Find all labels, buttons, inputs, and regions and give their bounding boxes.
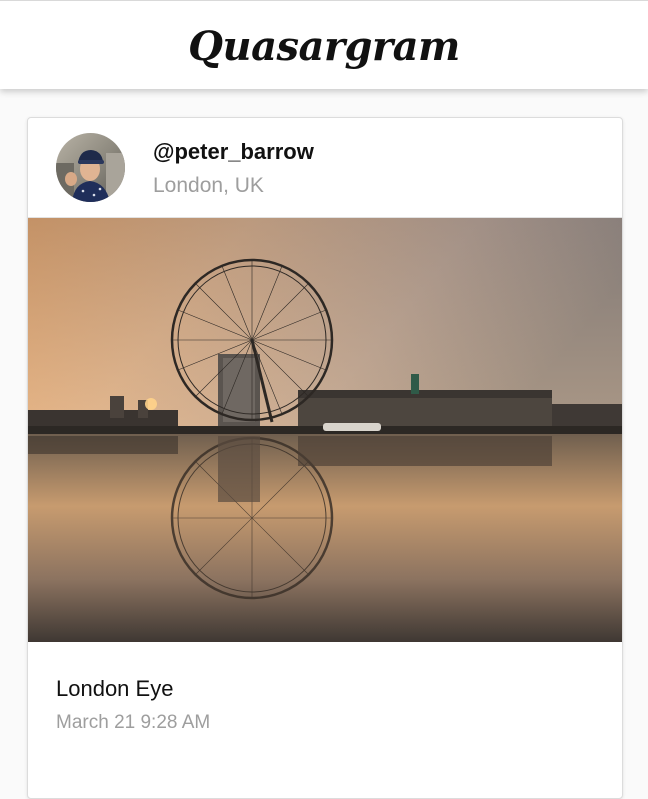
london-eye-photo (28, 218, 622, 642)
post-timestamp: March 21 9:28 AM (56, 712, 211, 733)
post-photo[interactable] (28, 218, 622, 642)
app-logo[interactable]: Quasargram (188, 23, 460, 70)
app-header: Quasargram (0, 0, 648, 89)
post-header: @peter_barrow London, UK (28, 118, 622, 218)
username[interactable]: @peter_barrow (153, 139, 314, 165)
location-label: London, UK (153, 174, 264, 197)
post-card: @peter_barrow London, UK London Eye Marc… (27, 117, 623, 799)
post-caption: London Eye (56, 676, 174, 701)
avatar-image (56, 133, 125, 202)
avatar[interactable] (56, 133, 125, 202)
